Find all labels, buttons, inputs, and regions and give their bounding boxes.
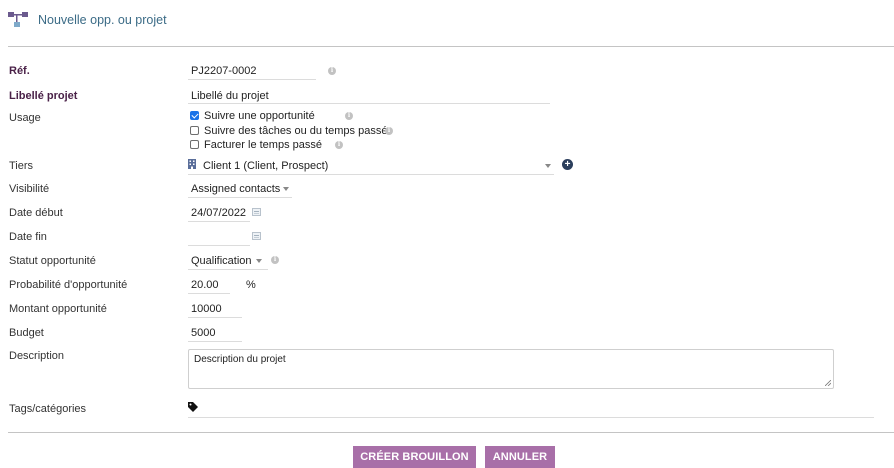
- montant-value: 10000: [191, 303, 222, 315]
- statut-value: Qualification: [191, 255, 252, 267]
- ref-underline: [188, 79, 316, 80]
- probabilite-value: 20.00: [191, 279, 219, 291]
- montant-label: Montant opportunité: [9, 303, 107, 315]
- libelle-label: Libellé projet: [9, 90, 78, 102]
- tags-select[interactable]: [188, 398, 874, 418]
- probabilite-unit: %: [246, 279, 256, 291]
- tags-underline: [188, 417, 874, 418]
- budget-label: Budget: [9, 327, 44, 339]
- tiers-label: Tiers: [9, 160, 34, 172]
- libelle-value: Libellé du projet: [191, 90, 269, 102]
- visibilite-select[interactable]: Assigned contacts: [188, 178, 292, 198]
- date-fin-label: Date fin: [9, 231, 47, 243]
- chevron-down-icon: [545, 164, 551, 168]
- date-fin-underline: [188, 245, 250, 246]
- info-icon: i: [385, 127, 393, 135]
- budget-underline: [188, 341, 242, 342]
- libelle-input[interactable]: Libellé du projet: [188, 85, 550, 105]
- probabilite-underline: [188, 293, 230, 294]
- ref-value: PJ2207-0002: [191, 65, 257, 77]
- footer-divider: [8, 432, 894, 433]
- usage-tasks-checkbox[interactable]: [190, 126, 199, 135]
- info-icon: i: [271, 256, 279, 264]
- date-fin-input[interactable]: [188, 226, 250, 246]
- visibilite-label: Visibilité: [9, 183, 50, 195]
- ref-label: Réf.: [9, 65, 30, 77]
- page-header: Nouvelle opp. ou projet: [8, 9, 167, 31]
- description-label: Description: [9, 350, 65, 362]
- statut-label: Statut opportunité: [9, 255, 96, 267]
- building-icon: [188, 159, 196, 169]
- add-tiers-button[interactable]: +: [562, 159, 573, 170]
- project-tree-icon: [8, 12, 28, 27]
- budget-input[interactable]: 5000: [188, 322, 242, 342]
- probabilite-input[interactable]: 20.00: [188, 274, 230, 294]
- chevron-down-icon: [256, 259, 262, 263]
- date-debut-underline: [188, 221, 250, 222]
- date-debut-value: 24/07/2022: [191, 207, 247, 219]
- usage-bill-time-checkbox[interactable]: [190, 140, 199, 149]
- date-debut-label: Date début: [9, 207, 63, 219]
- page-title: Nouvelle opp. ou projet: [38, 13, 167, 27]
- visibilite-underline: [188, 197, 292, 198]
- montant-underline: [188, 317, 242, 318]
- probabilite-label: Probabilité d'opportunité: [9, 279, 128, 291]
- tag-icon: [188, 402, 198, 412]
- create-draft-button[interactable]: CRÉER BROUILLON: [353, 446, 476, 468]
- usage-opportunity-label[interactable]: Suivre une opportunité: [204, 110, 315, 122]
- info-icon: i: [335, 141, 343, 149]
- calendar-icon[interactable]: [252, 208, 261, 216]
- tiers-underline: [188, 174, 554, 175]
- cancel-button[interactable]: ANNULER: [485, 446, 555, 468]
- description-textarea[interactable]: Description du projet: [188, 349, 834, 389]
- resize-grip-icon[interactable]: [825, 380, 831, 386]
- budget-value: 5000: [191, 327, 216, 339]
- usage-label: Usage: [9, 112, 41, 124]
- ref-input[interactable]: PJ2207-0002: [188, 60, 316, 80]
- tiers-value: Client 1 (Client, Prospect): [203, 160, 329, 172]
- info-icon: i: [328, 67, 336, 75]
- visibilite-value: Assigned contacts: [191, 183, 281, 195]
- libelle-underline: [188, 103, 550, 104]
- usage-opportunity-checkbox[interactable]: [190, 111, 199, 120]
- montant-input[interactable]: 10000: [188, 298, 242, 318]
- header-divider: [8, 46, 894, 47]
- tiers-select[interactable]: Client 1 (Client, Prospect): [188, 155, 554, 175]
- usage-bill-time-label[interactable]: Facturer le temps passé: [204, 139, 322, 151]
- date-debut-input[interactable]: 24/07/2022: [188, 202, 250, 222]
- chevron-down-icon: [283, 187, 289, 191]
- description-value: Description du projet: [194, 354, 286, 365]
- statut-select[interactable]: Qualification: [188, 250, 268, 270]
- usage-tasks-label[interactable]: Suivre des tâches ou du temps passé: [204, 125, 387, 137]
- calendar-icon[interactable]: [252, 232, 261, 240]
- statut-underline: [188, 269, 268, 270]
- tags-label: Tags/catégories: [9, 403, 87, 415]
- info-icon: i: [345, 112, 353, 120]
